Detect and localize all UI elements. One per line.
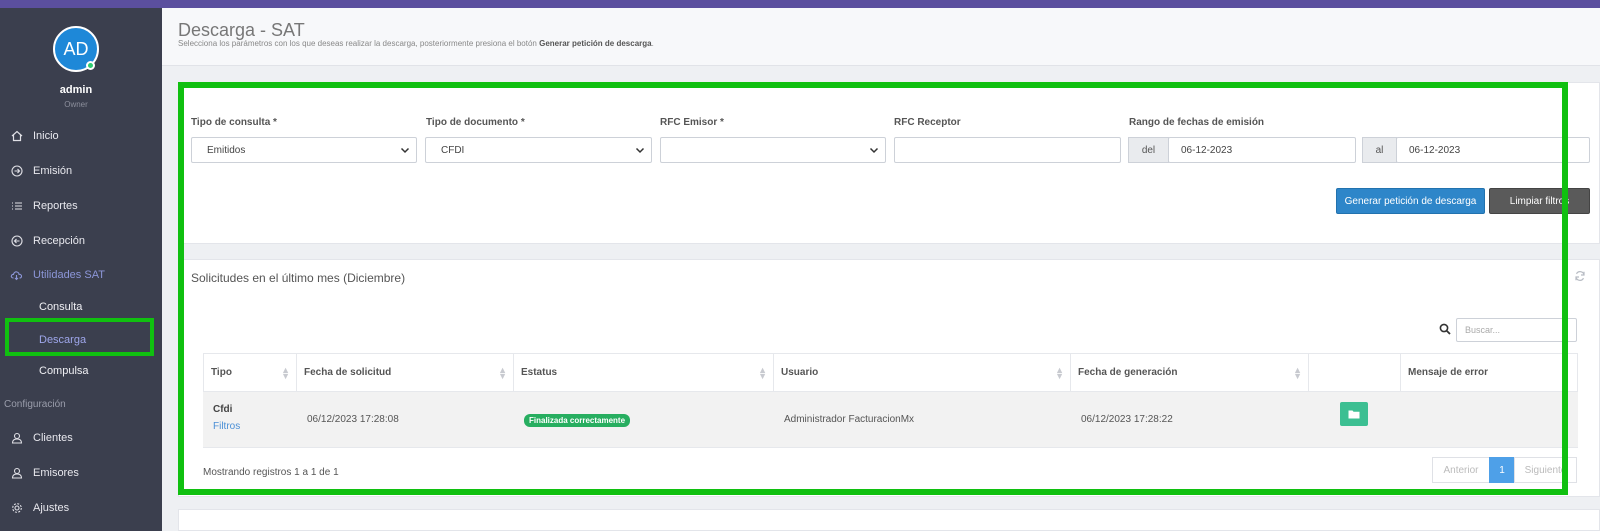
arrow-circle-left-icon (10, 234, 23, 247)
highlight-box-main (178, 82, 1568, 495)
page-subtitle-bold: Generar petición de descarga (539, 39, 652, 48)
sidebar-item-label: Emisores (33, 466, 79, 479)
refresh-icon[interactable] (1574, 270, 1586, 282)
gear-icon (10, 501, 23, 514)
sidebar-item-emisores[interactable]: Emisores (10, 466, 79, 479)
top-accent-bar (0, 0, 1600, 8)
sidebar-subitem-compulsa[interactable]: Compulsa (39, 365, 89, 377)
list-icon (10, 199, 23, 212)
online-status-icon (86, 61, 95, 70)
sidebar-item-label: Utilidades SAT (33, 268, 105, 281)
sidebar-item-label: Ajustes (33, 501, 70, 514)
cloud-download-icon (10, 268, 23, 281)
page-header: Descarga - SAT Selecciona los parámetros… (162, 8, 1600, 66)
arrow-circle-right-icon (10, 164, 23, 177)
footer-panel (178, 509, 1600, 531)
user-icon (10, 466, 23, 479)
highlight-box-sidebar (5, 318, 154, 356)
home-icon (10, 129, 23, 142)
sidebar-item-label: Emisión (33, 164, 73, 177)
sidebar-item-utilidades-sat[interactable]: Utilidades SAT (10, 268, 105, 281)
sidebar-item-label: Clientes (33, 431, 73, 444)
sidebar-item-inicio[interactable]: Inicio (10, 129, 59, 142)
sidebar-item-recepcion[interactable]: Recepción (10, 234, 85, 247)
sidebar-item-label: Recepción (33, 234, 85, 247)
sidebar: AD admin Owner Inicio Emisión Reportes R… (0, 8, 162, 531)
page-title: Descarga - SAT (178, 20, 305, 40)
sidebar-item-emision[interactable]: Emisión (10, 164, 72, 177)
user-icon (10, 431, 23, 444)
sidebar-item-ajustes[interactable]: Ajustes (10, 501, 69, 514)
sidebar-subitem-consulta[interactable]: Consulta (39, 301, 82, 313)
avatar-initials: AD (63, 38, 89, 59)
section-label-configuracion: Configuración (4, 399, 66, 410)
sidebar-item-label: Reportes (33, 199, 78, 212)
user-name: admin (59, 84, 93, 96)
sidebar-item-clientes[interactable]: Clientes (10, 431, 73, 444)
sidebar-item-reportes[interactable]: Reportes (10, 199, 78, 212)
sidebar-item-label: Inicio (33, 129, 59, 142)
page-subtitle-end: . (651, 39, 654, 48)
user-role: Owner (64, 100, 88, 109)
page-subtitle: Selecciona los parámetros con los que de… (178, 39, 654, 48)
page-subtitle-text: Selecciona los parámetros con los que de… (178, 39, 537, 48)
